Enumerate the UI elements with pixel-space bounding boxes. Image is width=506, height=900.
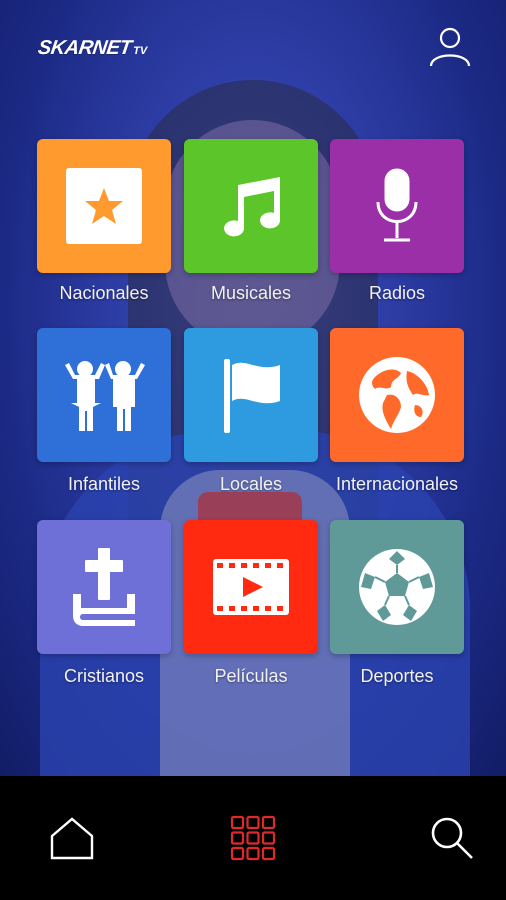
- film-play-icon: [213, 559, 289, 615]
- tile-locales[interactable]: [184, 328, 318, 462]
- tile-infantiles[interactable]: [37, 328, 171, 462]
- music-note-icon: [224, 177, 280, 237]
- flag-icon: [224, 359, 280, 433]
- tile-musicales[interactable]: [184, 139, 318, 273]
- grid-icon: [230, 815, 276, 861]
- home-icon: [50, 817, 94, 860]
- label-radios: Radios: [368, 283, 426, 303]
- label-cristianos: Cristianos: [63, 666, 145, 686]
- label-locales: Locales: [219, 474, 283, 494]
- label-peliculas: Películas: [214, 666, 288, 686]
- nav-categories[interactable]: [193, 776, 313, 900]
- cross-bible-icon: [73, 548, 135, 626]
- bottom-navigation: [0, 776, 506, 900]
- tile-nacionales[interactable]: [37, 139, 171, 273]
- tile-deportes[interactable]: [330, 520, 464, 654]
- tile-internacionales[interactable]: [330, 328, 464, 462]
- star-icon: [66, 168, 142, 244]
- category-grid: Nacionales Musicales Radios Infantiles L…: [0, 0, 506, 776]
- globe-icon: [359, 357, 435, 433]
- label-musicales: Musicales: [210, 283, 292, 303]
- label-internacionales: Internacionales: [335, 474, 459, 494]
- children-icon: [65, 361, 145, 431]
- nav-search[interactable]: [392, 776, 506, 900]
- label-deportes: Deportes: [360, 666, 434, 686]
- nav-home[interactable]: [12, 776, 132, 900]
- tile-peliculas[interactable]: [184, 520, 318, 654]
- tile-radios[interactable]: [330, 139, 464, 273]
- soccer-ball-icon: [359, 549, 435, 625]
- label-nacionales: Nacionales: [59, 283, 149, 303]
- tile-cristianos[interactable]: [37, 520, 171, 654]
- label-infantiles: Infantiles: [67, 474, 141, 494]
- microphone-icon: [376, 168, 418, 242]
- search-icon: [431, 817, 473, 859]
